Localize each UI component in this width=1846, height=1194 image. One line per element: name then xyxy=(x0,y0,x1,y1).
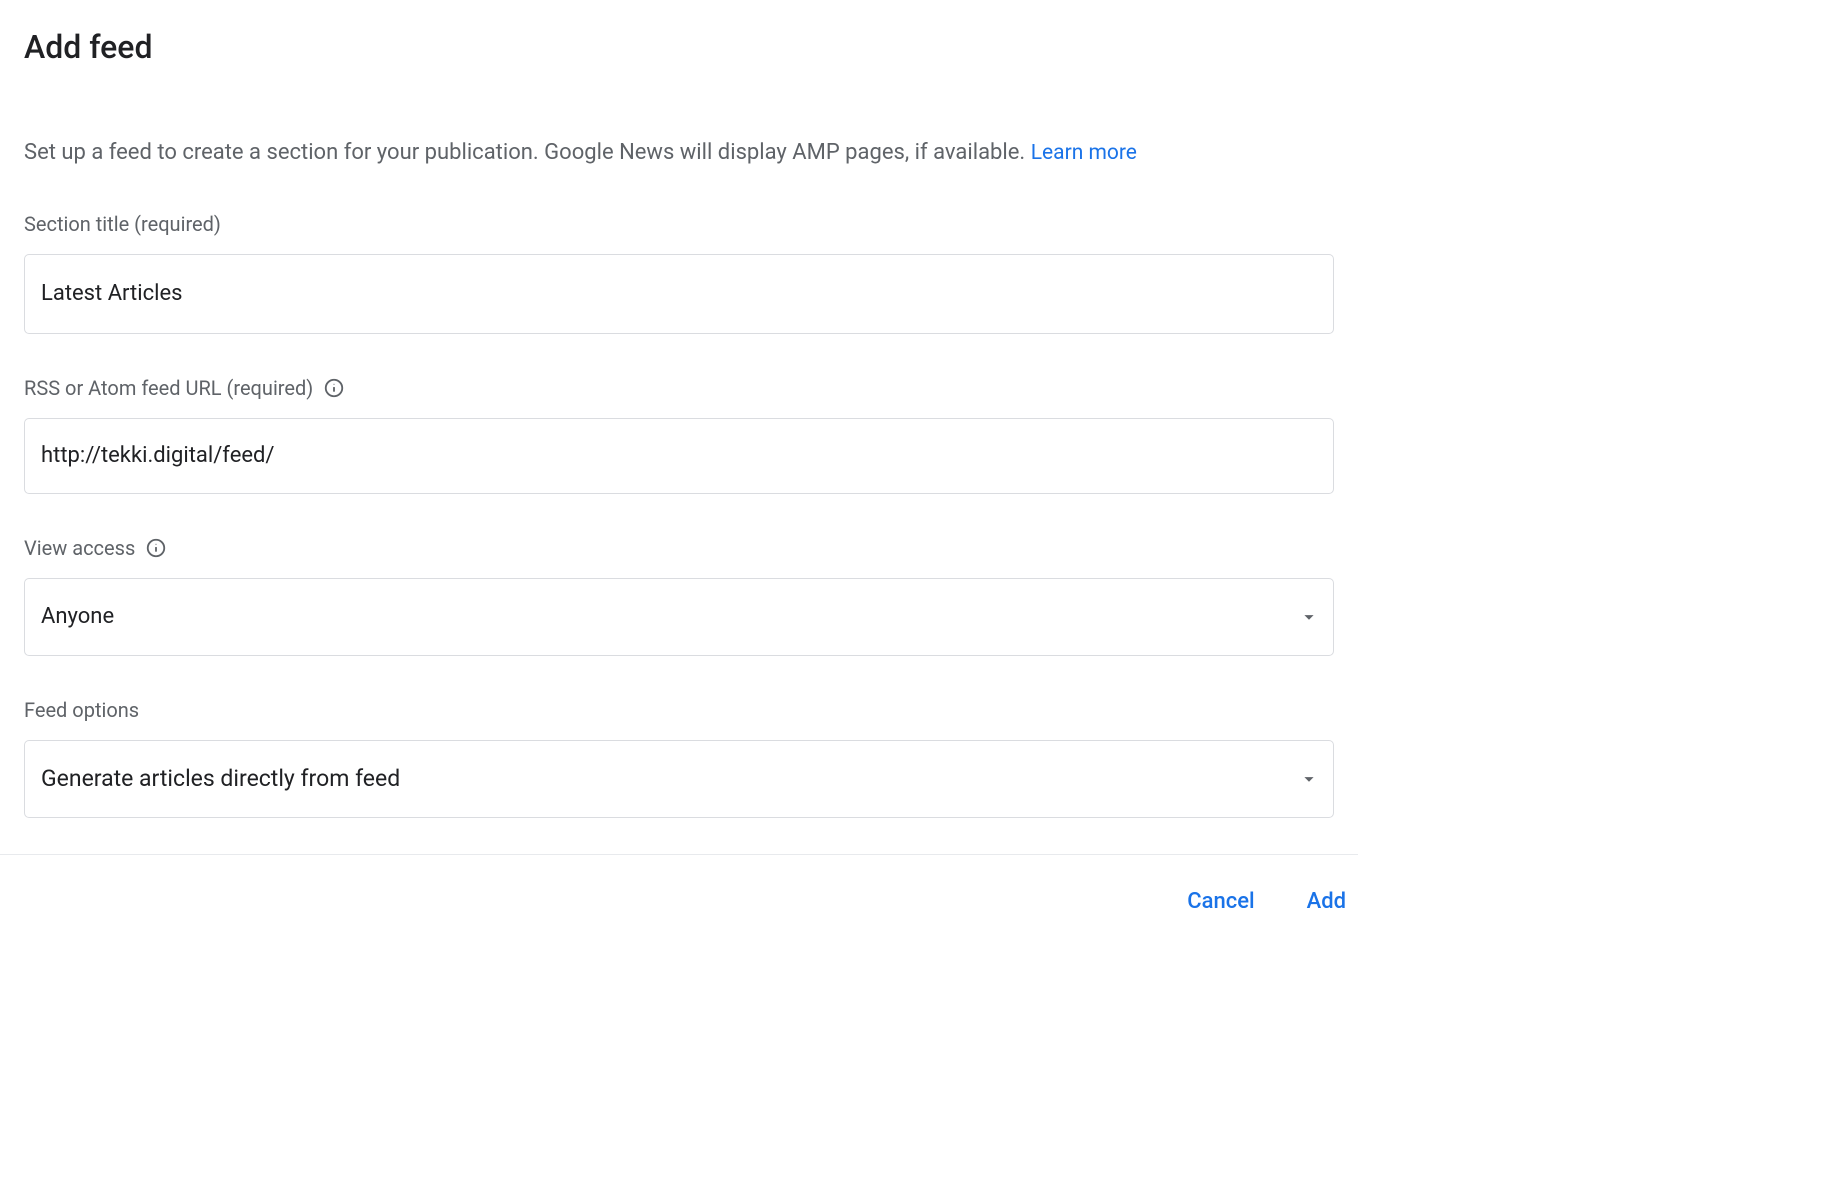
feed-options-select[interactable]: Generate articles directly from feed xyxy=(24,740,1334,818)
cancel-button[interactable]: Cancel xyxy=(1181,881,1260,922)
view-access-field: View access Anyone xyxy=(24,536,1334,656)
view-access-label-row: View access xyxy=(24,536,1334,560)
learn-more-link[interactable]: Learn more xyxy=(1031,141,1137,165)
add-feed-dialog: Add feed Set up a feed to create a secti… xyxy=(0,0,1358,922)
section-title-input[interactable] xyxy=(24,254,1334,334)
dialog-help-text-row: Set up a feed to create a section for yo… xyxy=(24,136,1334,170)
info-icon[interactable] xyxy=(323,377,345,399)
section-title-label: Section title (required) xyxy=(24,212,1334,236)
feed-url-label-row: RSS or Atom feed URL (required) xyxy=(24,376,1334,400)
dialog-title: Add feed xyxy=(24,28,1334,66)
feed-url-field: RSS or Atom feed URL (required) xyxy=(24,376,1334,494)
add-button[interactable]: Add xyxy=(1301,881,1352,922)
feed-options-field: Feed options Generate articles directly … xyxy=(24,698,1334,818)
feed-url-input[interactable] xyxy=(24,418,1334,494)
view-access-select[interactable]: Anyone xyxy=(24,578,1334,656)
section-title-field: Section title (required) xyxy=(24,212,1334,334)
feed-options-selected: Generate articles directly from feed xyxy=(41,765,400,792)
info-icon[interactable] xyxy=(145,537,167,559)
dialog-action-bar: Cancel Add xyxy=(0,854,1358,922)
view-access-selected: Anyone xyxy=(41,604,114,629)
feed-url-label: RSS or Atom feed URL (required) xyxy=(24,376,313,400)
dialog-body: Add feed Set up a feed to create a secti… xyxy=(0,0,1358,818)
view-access-select-wrap: Anyone xyxy=(24,578,1334,656)
view-access-label: View access xyxy=(24,536,135,560)
feed-options-select-wrap: Generate articles directly from feed xyxy=(24,740,1334,818)
dialog-help-text: Set up a feed to create a section for yo… xyxy=(24,140,1025,165)
add-feed-dialog-frame: Add feed Set up a feed to create a secti… xyxy=(0,0,1846,1194)
feed-options-label: Feed options xyxy=(24,698,1334,722)
